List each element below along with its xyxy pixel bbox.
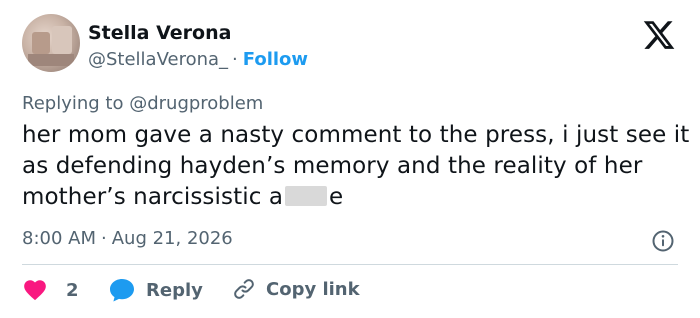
tweet-date: Aug 21, 2026 (111, 228, 233, 249)
tweet-time: 8:00 AM (22, 228, 96, 249)
author-name[interactable]: Stella Verona (88, 22, 231, 44)
reply-button[interactable]: Reply (108, 277, 203, 303)
censor-block (285, 186, 328, 206)
author-handle[interactable]: @StellaVerona_ (88, 49, 228, 70)
like-count: 2 (66, 279, 79, 301)
like-button[interactable]: 2 (22, 277, 79, 303)
info-icon[interactable] (651, 229, 675, 253)
follow-button[interactable]: Follow (243, 49, 308, 70)
tweet-text: her mom gave a nasty comment to the pres… (22, 120, 692, 213)
link-icon (234, 279, 254, 299)
tweet-text-main: her mom gave a nasty comment to the pres… (22, 122, 690, 210)
reply-label: Reply (146, 279, 203, 301)
tweet-text-end: e (329, 184, 344, 210)
author-handle-row: @StellaVerona_ · Follow (88, 49, 308, 70)
avatar-photo-detail (52, 26, 72, 54)
avatar-photo-detail (32, 32, 50, 54)
avatar-photo-detail (28, 54, 74, 66)
copy-link-button[interactable]: Copy link (232, 277, 360, 301)
avatar[interactable] (22, 14, 80, 72)
heart-icon (24, 280, 46, 301)
reply-context: Replying to @drugproblem (22, 93, 263, 114)
copy-link-label: Copy link (266, 278, 360, 300)
handle-separator: · (232, 49, 238, 70)
speech-bubble-icon (110, 279, 134, 302)
reply-context-prefix: Replying to (22, 93, 130, 114)
reply-mention-link[interactable]: @drugproblem (129, 93, 263, 114)
x-logo-icon[interactable] (640, 18, 678, 52)
meta-separator: · (101, 228, 107, 249)
divider (22, 264, 678, 265)
tweet-timestamp[interactable]: 8:00 AM · Aug 21, 2026 (22, 228, 233, 249)
